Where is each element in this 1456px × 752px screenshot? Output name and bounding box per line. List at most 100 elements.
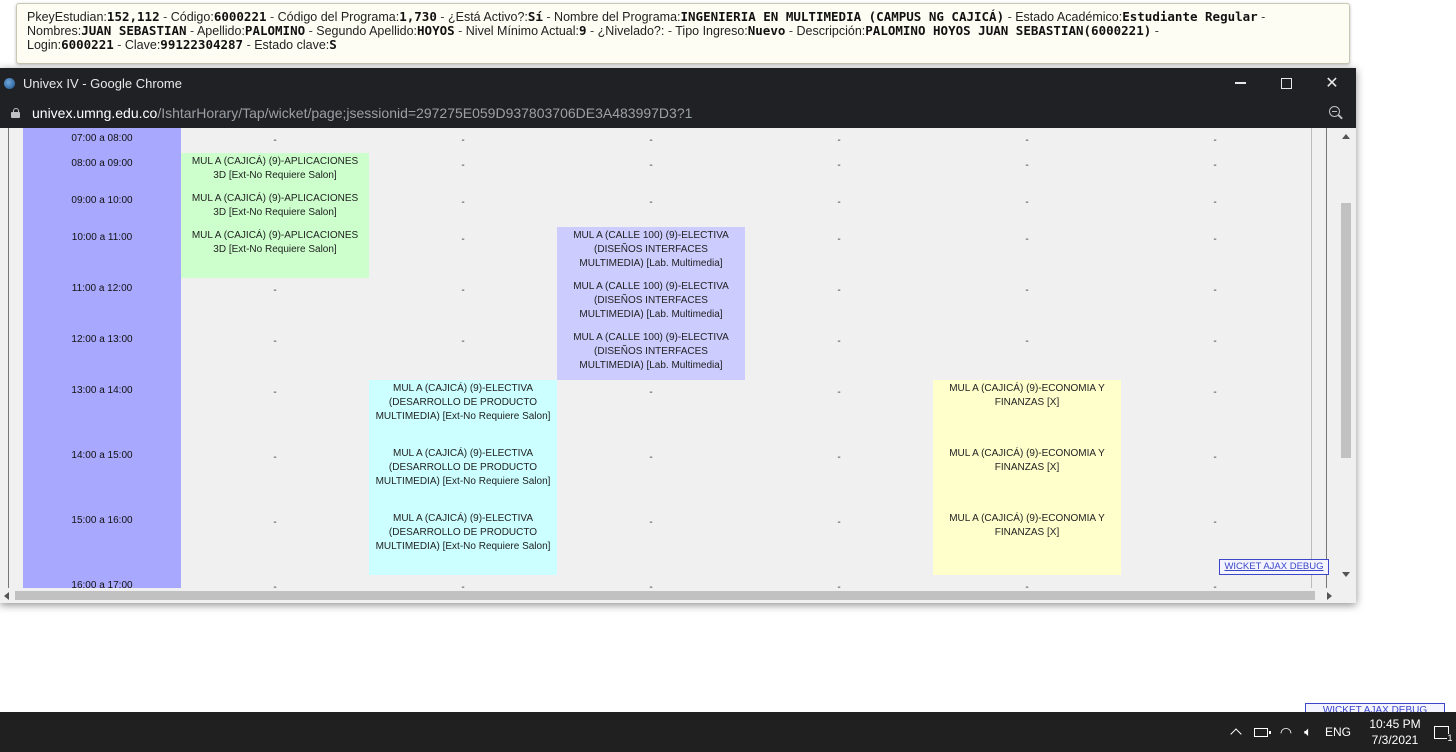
class-block[interactable]: MUL A (CAJICÁ) (9)-APLICACIONES 3D [Ext-… — [181, 227, 369, 278]
info-label: Apellido: — [196, 24, 245, 38]
class-block[interactable]: MUL A (CAJICÁ) (9)-ELECTIVA (DESARROLLO … — [369, 380, 557, 445]
empty-slot: - — [649, 387, 653, 398]
time-slot-label: 08:00 a 09:00 — [71, 158, 133, 169]
scroll-left-arrow-icon[interactable] — [4, 592, 9, 600]
window-titlebar[interactable]: Univex IV - Google Chrome ✕ — [0, 68, 1356, 98]
empty-slot: - — [1213, 135, 1217, 146]
notification-center-button[interactable]: 1 — [1428, 712, 1454, 752]
frame-border-left — [8, 128, 9, 588]
time-slot-label: 14:00 a 15:00 — [71, 450, 133, 461]
notification-count: 1 — [1447, 732, 1453, 743]
class-block[interactable]: MUL A (CALLE 100) (9)-ELECTIVA (DISEÑOS … — [557, 329, 745, 380]
url-text[interactable]: univex.umng.edu.co/IshtarHorary/Tap/wick… — [32, 105, 692, 121]
empty-slot: - — [273, 387, 277, 398]
frame-border-right — [1326, 128, 1327, 588]
info-label: Estado clave: — [254, 38, 330, 52]
student-info-line-1: PkeyEstudian:152,112 - Código:6000221 - … — [27, 9, 1339, 25]
empty-slot: - — [1213, 197, 1217, 208]
maximize-button[interactable] — [1272, 72, 1300, 94]
volume-muted-icon[interactable]: 🔈︎ — [1297, 712, 1319, 752]
empty-slot: - — [837, 197, 841, 208]
class-block[interactable]: MUL A (CALLE 100) (9)-ELECTIVA (DISEÑOS … — [557, 227, 745, 278]
info-value: 99122304287 — [160, 37, 244, 52]
window-title: Univex IV - Google Chrome — [23, 76, 182, 91]
class-block[interactable]: MUL A (CAJICÁ) (9)-APLICACIONES 3D [Ext-… — [181, 190, 369, 227]
language-indicator[interactable]: ENG — [1323, 712, 1353, 752]
taskbar-clock[interactable]: 10:45 PM 7/3/2021 — [1360, 716, 1430, 748]
info-label: Segundo Apellido: — [316, 24, 418, 38]
time-slot-label: 16:00 a 17:00 — [71, 580, 133, 588]
class-block[interactable]: MUL A (CAJICÁ) (9)-ECONOMIA Y FINANZAS [… — [933, 445, 1121, 510]
empty-slot: - — [1025, 234, 1029, 245]
info-value: 1,730 — [399, 9, 437, 24]
empty-slot: - — [273, 517, 277, 528]
scroll-right-arrow-icon[interactable] — [1327, 592, 1332, 600]
info-value: S — [329, 37, 337, 52]
empty-slot: - — [837, 336, 841, 347]
student-info-line-2: Nombres:JUAN SEBASTIAN - Apellido:PALOMI… — [27, 23, 1339, 39]
empty-slot: - — [837, 234, 841, 245]
zoom-icon[interactable] — [1329, 106, 1343, 120]
info-separator: - — [664, 24, 676, 38]
empty-slot: - — [461, 135, 465, 146]
info-separator: - — [186, 24, 197, 38]
show-hidden-icons-button[interactable] — [1226, 712, 1246, 752]
empty-slot: - — [837, 387, 841, 398]
info-separator: - — [1257, 10, 1266, 24]
info-separator: - — [1004, 10, 1016, 24]
empty-slot: - — [1213, 452, 1217, 463]
minimize-button[interactable] — [1226, 72, 1254, 94]
info-label: Clave: — [124, 38, 161, 52]
info-value: 6000221 — [61, 37, 114, 52]
class-block[interactable]: MUL A (CALLE 100) (9)-ELECTIVA (DISEÑOS … — [557, 278, 745, 329]
minimize-icon — [1234, 82, 1246, 84]
info-value: 6000221 — [213, 9, 267, 24]
horizontal-scrollbar[interactable] — [0, 588, 1338, 603]
info-value: JUAN SEBASTIAN — [81, 23, 187, 38]
wifi-icon[interactable]: ◠ — [1275, 712, 1297, 752]
empty-slot: - — [837, 160, 841, 171]
vertical-scroll-thumb[interactable] — [1341, 203, 1351, 458]
empty-slot: - — [1025, 582, 1029, 588]
class-block[interactable]: MUL A (CAJICÁ) (9)-ELECTIVA (DESARROLLO … — [369, 445, 557, 510]
class-block[interactable]: MUL A (CAJICÁ) (9)-ELECTIVA (DESARROLLO … — [369, 510, 557, 575]
lock-icon[interactable] — [11, 108, 20, 118]
empty-slot: - — [1025, 160, 1029, 171]
info-separator: - — [785, 24, 797, 38]
page-content: 07:00 a 08:00 - - - - - - 08:00 a 09:00 MUL A (C… — [0, 128, 1356, 588]
time-slot-label: 11:00 a 12:00 — [71, 283, 133, 294]
time-slot-label: 12:00 a 13:00 — [71, 334, 133, 345]
wicket-ajax-debug-link[interactable]: WICKET AJAX DEBUG — [1219, 559, 1329, 575]
info-separator: - — [159, 10, 171, 24]
close-button[interactable]: ✕ — [1318, 72, 1346, 94]
info-value: HOYOS — [417, 23, 455, 38]
info-label: ¿Está Activo?: — [447, 10, 528, 24]
empty-slot: - — [461, 336, 465, 347]
empty-slot: - — [649, 582, 653, 588]
info-separator: - — [454, 24, 466, 38]
info-label: ¿Nivelado?: — [597, 24, 665, 38]
class-block[interactable]: MUL A (CAJICÁ) (9)-ECONOMIA Y FINANZAS [… — [933, 510, 1121, 575]
close-icon: ✕ — [1325, 75, 1339, 92]
scroll-down-arrow-icon[interactable] — [1342, 572, 1350, 577]
info-value: Estudiante Regular — [1122, 9, 1258, 24]
horizontal-scroll-thumb[interactable] — [15, 591, 1315, 600]
student-info-panel: PkeyEstudian:152,112 - Código:6000221 - … — [16, 3, 1350, 64]
battery-icon[interactable] — [1250, 712, 1272, 752]
info-label: Descripción: — [796, 24, 866, 38]
empty-slot: - — [649, 160, 653, 171]
address-bar[interactable]: univex.umng.edu.co/IshtarHorary/Tap/wick… — [0, 98, 1356, 128]
class-block[interactable]: MUL A (CAJICÁ) (9)-APLICACIONES 3D [Ext-… — [181, 153, 369, 190]
empty-slot: - — [1025, 336, 1029, 347]
browser-window: Univex IV - Google Chrome ✕ univex.umng.… — [0, 68, 1356, 603]
notification-icon: 1 — [1433, 725, 1453, 743]
empty-slot: - — [273, 452, 277, 463]
info-label: Nivel Mínimo Actual: — [465, 24, 580, 38]
vertical-scrollbar[interactable] — [1338, 128, 1354, 588]
time-slot-label: 10:00 a 11:00 — [71, 232, 133, 243]
info-label: PkeyEstudian: — [27, 10, 107, 24]
empty-slot: - — [649, 517, 653, 528]
scroll-up-arrow-icon[interactable] — [1342, 134, 1350, 139]
empty-slot: - — [273, 135, 277, 146]
class-block[interactable]: MUL A (CAJICÁ) (9)-ECONOMIA Y FINANZAS [… — [933, 380, 1121, 445]
